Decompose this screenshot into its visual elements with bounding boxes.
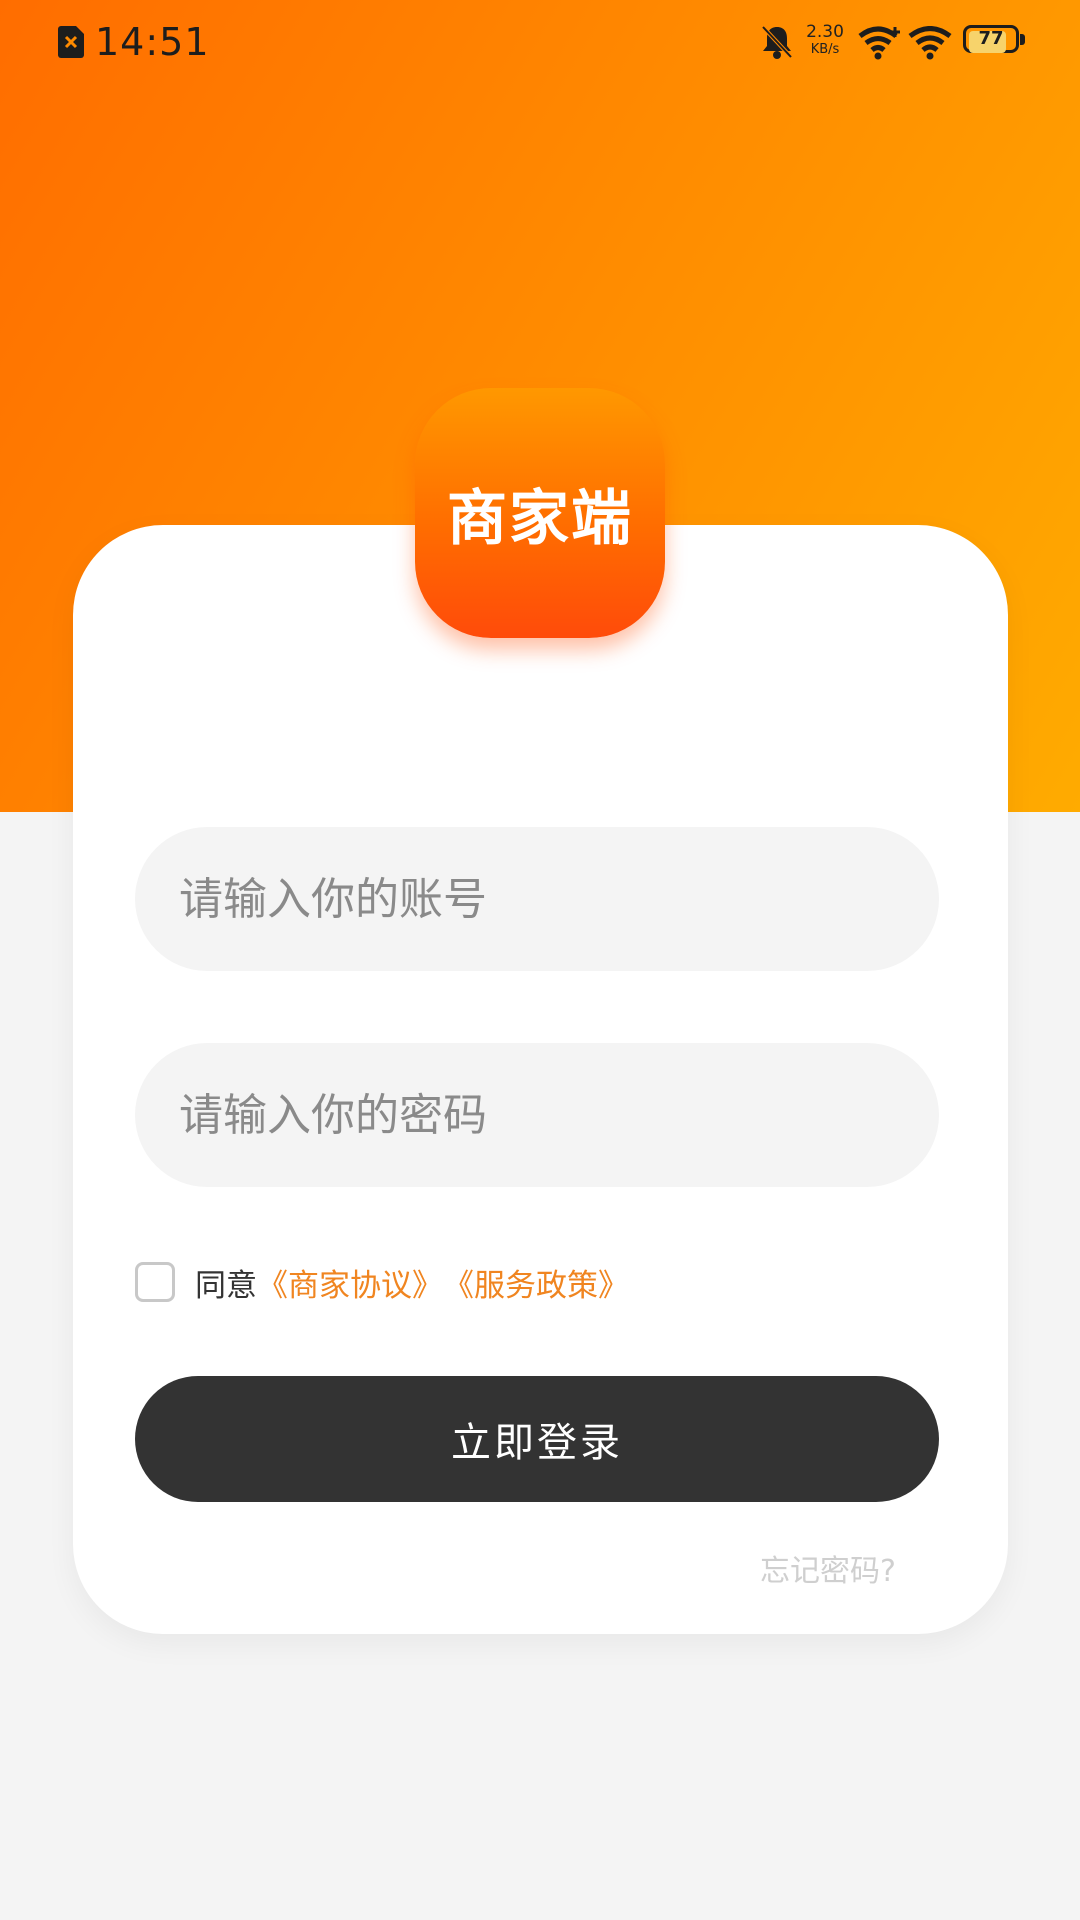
network-speed-value: 2.30: [806, 22, 844, 42]
network-speed-unit: KB/s: [810, 42, 840, 57]
battery-level: 77: [978, 28, 1004, 49]
status-icons: 2.30 KB/s 77: [680, 0, 1080, 86]
agree-label: 同意: [195, 1267, 257, 1304]
network-speed: 2.30 KB/s: [801, 24, 849, 58]
password-input[interactable]: [135, 1043, 939, 1187]
status-bar: 14:51 2.30 KB/s 77: [0, 0, 1080, 86]
forgot-password-link[interactable]: 忘记密码?: [760, 1546, 896, 1590]
app-logo: 商家端: [415, 388, 665, 638]
battery-icon: 77: [963, 25, 1031, 57]
status-time: 14:51: [95, 20, 210, 64]
login-button[interactable]: 立即登录: [135, 1376, 939, 1502]
agreement-row: 同意 《商家协议》 《服务政策》: [135, 1259, 629, 1305]
app-logo-text: 商家端: [447, 483, 633, 554]
wifi-icon: [908, 26, 952, 60]
wifi-plus-icon: [858, 26, 900, 60]
account-input[interactable]: [135, 827, 939, 971]
service-policy-link[interactable]: 《服务政策》: [443, 1260, 629, 1305]
agree-checkbox[interactable]: [135, 1262, 175, 1302]
bell-muted-icon: [761, 25, 793, 59]
merchant-agreement-link[interactable]: 《商家协议》: [257, 1260, 443, 1305]
sim-icon: [58, 26, 84, 58]
